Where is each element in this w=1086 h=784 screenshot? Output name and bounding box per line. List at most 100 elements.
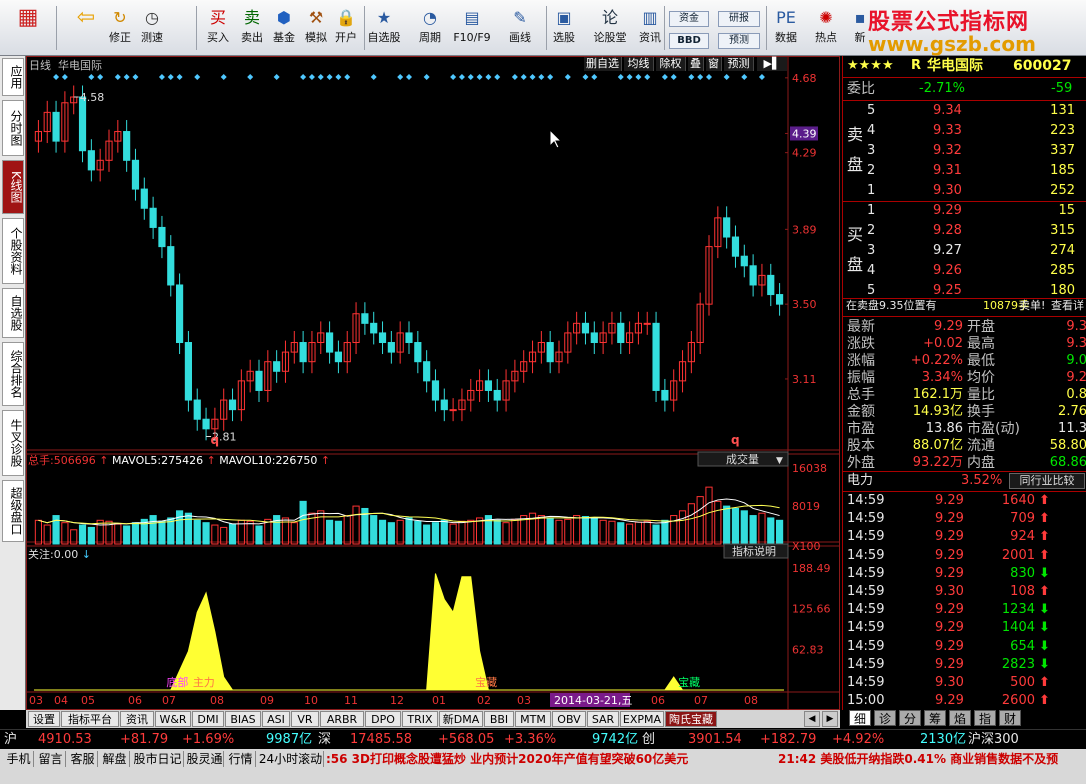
bbd-button[interactable]: BBD — [669, 33, 709, 49]
site-banner-url[interactable]: www.gszb.com — [868, 32, 1036, 56]
indicator-tab-9[interactable]: DPO — [365, 711, 401, 727]
side-tab-2[interactable]: K线图 — [2, 160, 24, 214]
indicator-tab-17[interactable]: 陶氏宝藏 — [665, 711, 717, 727]
ask-level: 1 — [867, 183, 876, 198]
tick-volume: 2600 — [1001, 693, 1035, 709]
indicator-tab-11[interactable]: 新DMA — [439, 711, 483, 727]
book-tool-button[interactable]: ▤ F10/F9 — [453, 4, 490, 52]
up-arrow-icon: ⬆ — [1039, 675, 1050, 690]
volume-bar — [493, 519, 501, 545]
side-tab-7[interactable]: 超级盘口 — [2, 480, 24, 542]
volume-axis-label: 8019 — [792, 500, 820, 513]
sector-change: 3.52% — [961, 473, 1003, 488]
news-ticker-1[interactable]: :56 3D打印概念股遭猛炒 业内预计2020年产值有望突破60亿美元 — [326, 751, 776, 767]
status-tab-7[interactable]: 24小时滚动 — [258, 751, 324, 767]
toolbar-separator — [196, 6, 197, 50]
quote-tab-0[interactable]: 细 — [849, 710, 871, 726]
indicator-tab-7[interactable]: VR — [291, 711, 319, 727]
quote-tab-6[interactable]: 财 — [999, 710, 1021, 726]
lock-tool-button[interactable]: 🔒 开户 — [330, 4, 362, 52]
kline-chart-area[interactable]: 4.68 4.39 4.29 3.89 3.50 3.11 4.58 2.81 q q 16038 8… — [26, 56, 840, 710]
sector-compare-button[interactable]: 同行业比较 — [1009, 473, 1085, 489]
indicator-tab-8[interactable]: ARBR — [320, 711, 364, 727]
sell-side-label: 盘 — [847, 155, 864, 174]
status-tab-5[interactable]: 股灵通 — [186, 751, 224, 767]
side-tab-0[interactable]: 应用 — [2, 58, 24, 96]
tick-time: 14:59 — [847, 493, 885, 508]
bid-volume: 285 — [1050, 263, 1075, 278]
chart-button-0[interactable]: 删自选 — [584, 57, 622, 71]
back-arrow-icon: ⇦ — [76, 5, 96, 30]
quote-tab-3[interactable]: 筹 — [924, 710, 946, 726]
status-tab-0[interactable]: 手机 — [4, 751, 34, 767]
weicha-value: -59 — [1051, 81, 1073, 96]
news-ticker-2[interactable]: 21:42 美股低开纳指跌0.41% 商业销售数据不及预 — [778, 751, 1084, 767]
side-tab-4[interactable]: 自选股 — [2, 288, 24, 338]
volume-bar — [776, 519, 784, 545]
chart-button-2[interactable]: 除权 — [656, 57, 686, 71]
quote-tab-2[interactable]: 分 — [899, 710, 921, 726]
status-tab-3[interactable]: 解盘 — [100, 751, 130, 767]
tool-button-label: 论股堂 — [593, 31, 627, 44]
candle — [652, 311, 660, 402]
tick-time: 14:59 — [847, 584, 885, 599]
indicator-tab-2[interactable]: 资讯 — [120, 711, 154, 727]
status-tab-6[interactable]: 行情 — [226, 751, 256, 767]
research-report-button[interactable]: 研报 — [718, 11, 760, 27]
side-tab-6[interactable]: 牛叉诊股 — [2, 410, 24, 476]
indicator-tab-10[interactable]: TRIX — [402, 711, 438, 727]
indicator-tab-6[interactable]: ASI — [262, 711, 290, 727]
chart-button-3[interactable]: 叠 — [688, 57, 704, 71]
indicator-tab-12[interactable]: BBI — [484, 711, 514, 727]
chart-button-4[interactable]: 窗 — [706, 57, 722, 71]
grid-tool-button[interactable]: ▦ — [8, 4, 48, 52]
ask-price: 9.30 — [933, 183, 962, 198]
scroll-left-icon[interactable]: ◀ — [804, 711, 820, 727]
chart-button-5[interactable]: 预测 — [724, 57, 754, 71]
indicator-help-label: 指标说明 — [732, 544, 776, 558]
indicator-tab-13[interactable]: MTM — [515, 711, 551, 727]
quote-tab-5[interactable]: 指 — [974, 710, 996, 726]
quote-tab-4[interactable]: 焰 — [949, 710, 971, 726]
screen-tool-button[interactable]: ▣ 选股 — [548, 4, 580, 52]
indicator-tab-15[interactable]: SAR — [587, 711, 619, 727]
indicator-tab-5[interactable]: BIAS — [225, 711, 261, 727]
tool-button-label: F10/F9 — [453, 31, 491, 44]
pen-tool-button[interactable]: ✎ 画线 — [504, 4, 536, 52]
status-tab-2[interactable]: 客服 — [68, 751, 98, 767]
indicator-tab-1[interactable]: 指标平台 — [61, 711, 119, 727]
indicator-tab-0[interactable]: 设置 — [28, 711, 60, 727]
status-tab-1[interactable]: 留言 — [36, 751, 66, 767]
indicator-tab-3[interactable]: W&R — [155, 711, 191, 727]
cycle-tool-button[interactable]: ◔ 周期 — [414, 4, 446, 52]
indicator-tag: 主力 — [193, 676, 215, 689]
down-arrow-icon: ⬇ — [1039, 565, 1050, 581]
indicator-header: 关注:0.00 ↓ — [28, 547, 91, 561]
forecast-button[interactable]: 预测 — [718, 33, 760, 49]
sz-index-change: +568.05 — [438, 732, 495, 747]
status-tab-4[interactable]: 股市日记 — [132, 751, 184, 767]
weibi-value: -2.71% — [919, 81, 965, 96]
chart-button-1[interactable]: 均线 — [624, 57, 654, 71]
pe-tool-button[interactable]: PE 数据 — [770, 4, 802, 52]
indicator-tab-16[interactable]: EXPMA — [620, 711, 664, 727]
side-tab-1[interactable]: 分时图 — [2, 100, 24, 156]
discuss-tool-button[interactable]: 论论股堂 — [594, 4, 627, 52]
indicator-tab-14[interactable]: OBV — [552, 711, 586, 727]
chart-menu-arrow-icon[interactable]: ▶▌ — [757, 57, 787, 71]
scroll-right-icon[interactable]: ▶ — [822, 711, 838, 727]
big-order-detail-link[interactable]: 查看详 — [1051, 297, 1084, 315]
side-tab-5[interactable]: 综合排名 — [2, 342, 24, 406]
clock-tool-button[interactable]: ◷ 测速 — [136, 4, 168, 52]
star-list-tool-button[interactable]: ★ 自选股 — [368, 4, 401, 52]
quote-tab-1[interactable]: 诊 — [874, 710, 896, 726]
indicator-tab-4[interactable]: DMI — [192, 711, 224, 727]
tool-button-label: 画线 — [509, 31, 531, 44]
zijin-button[interactable]: 资金 — [669, 11, 709, 27]
side-tab-3[interactable]: 个股资料 — [2, 218, 24, 284]
new-tool-button[interactable]: ▪ 新 — [844, 4, 876, 52]
sz-index-value: 17485.58 — [350, 732, 413, 747]
news-tool-button[interactable]: ▥ 资讯 — [634, 4, 666, 52]
fund-icon: ⬢ — [277, 8, 291, 27]
kline-chart-svg[interactable]: 4.684.394.293.893.503.114.582.81q q160388… — [26, 56, 840, 710]
